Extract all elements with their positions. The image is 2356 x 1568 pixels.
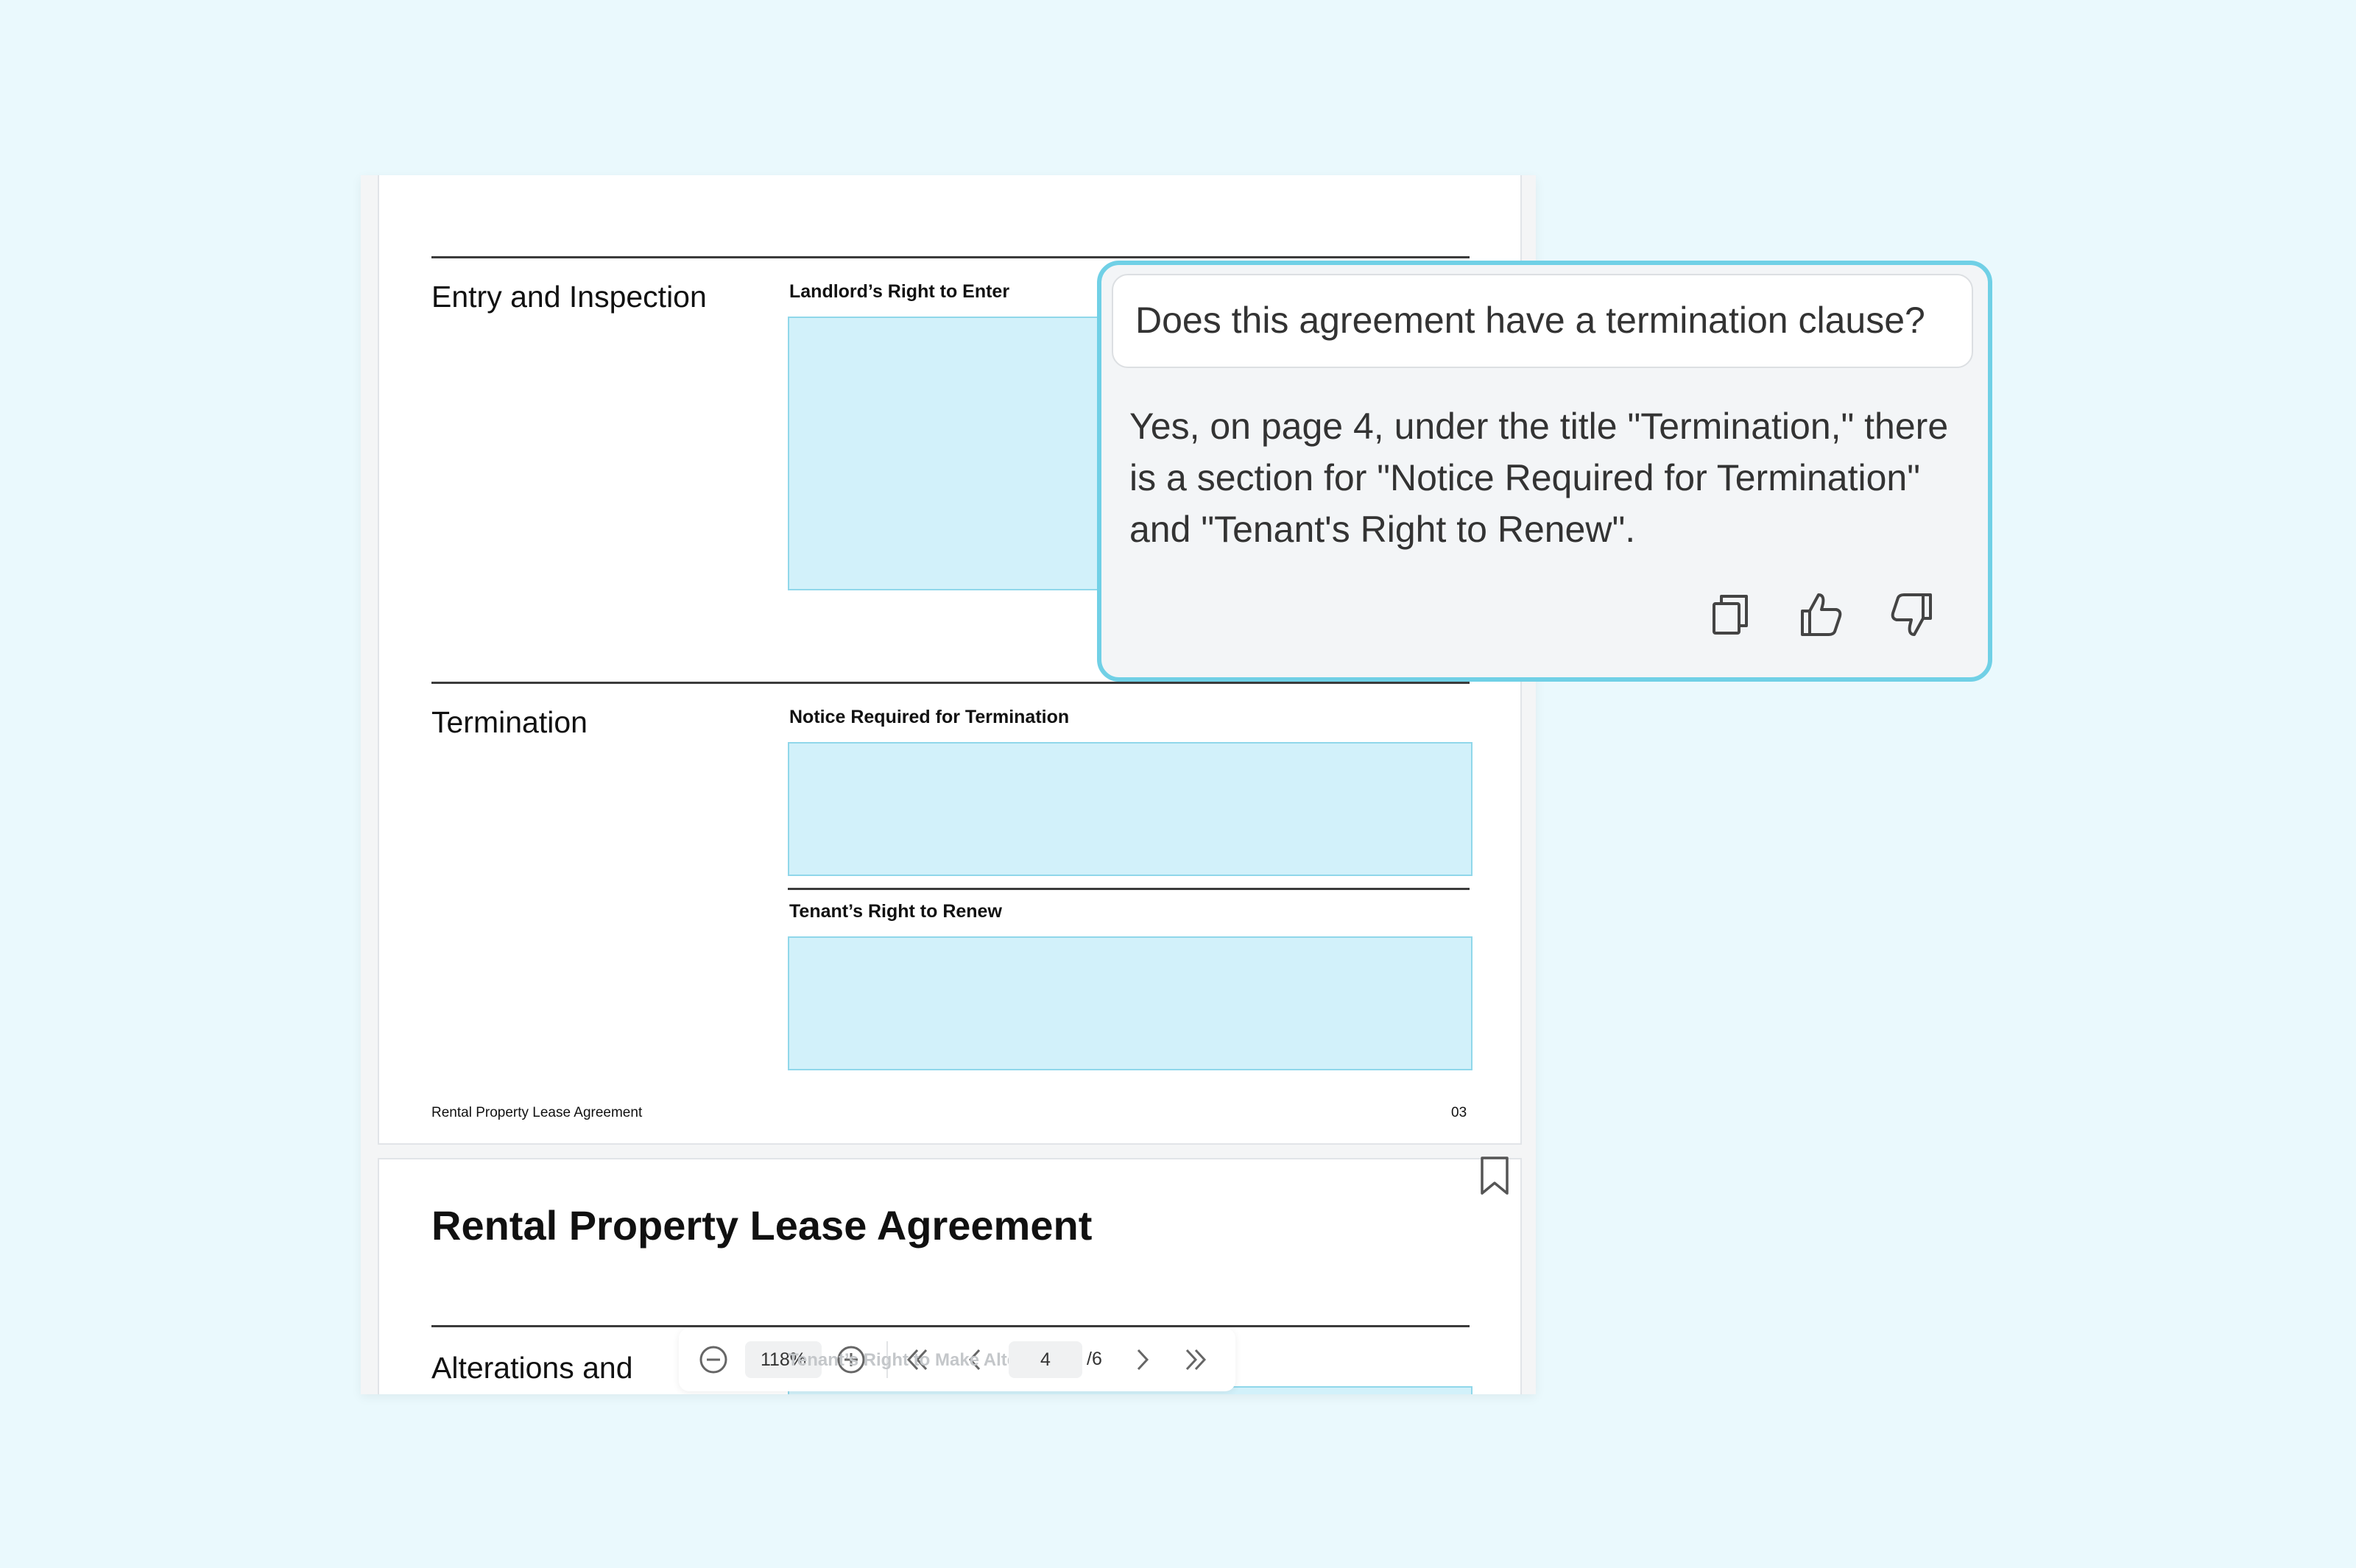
zoom-out-icon[interactable] [696, 1343, 730, 1377]
page-footer-title: Rental Property Lease Agreement [431, 1105, 643, 1120]
chat-popup: Does this agreement have a termination c… [1097, 261, 1992, 682]
thumbs-up-icon[interactable] [1795, 589, 1847, 640]
page-number: 03 [1451, 1105, 1467, 1120]
section-divider [431, 1325, 1470, 1327]
user-question: Does this agreement have a termination c… [1112, 274, 1973, 368]
viewer-toolbar: 118% Tenant’s Right to Make Alterations … [679, 1328, 1235, 1391]
bookmark-icon[interactable] [1479, 1155, 1510, 1196]
tenant-right-to-renew-field[interactable] [788, 936, 1472, 1070]
field-label-tenant-right-to-renew: Tenant’s Right to Renew [789, 901, 1002, 922]
next-page-icon[interactable] [1125, 1343, 1159, 1377]
copy-icon[interactable] [1705, 589, 1757, 640]
section-divider [431, 256, 1470, 258]
field-label-notice-required: Notice Required for Termination [789, 707, 1070, 727]
page-total: /6 [1087, 1349, 1102, 1369]
section-title-entry: Entry and Inspection [431, 280, 707, 314]
page-number-input[interactable]: 4 [1009, 1341, 1082, 1378]
notice-required-field[interactable] [788, 742, 1472, 876]
document-title: Rental Property Lease Agreement [431, 1202, 1093, 1249]
section-title-alterations: Alterations and [431, 1351, 633, 1385]
assistant-answer: Yes, on page 4, under the title "Termina… [1129, 406, 1949, 550]
thumbs-down-icon[interactable] [1886, 589, 1938, 640]
field-divider [788, 888, 1470, 890]
field-label-landlord-right-to-enter: Landlord’s Right to Enter [789, 281, 1010, 302]
section-title-termination: Termination [431, 705, 588, 739]
last-page-icon[interactable] [1179, 1343, 1213, 1377]
section-divider [431, 682, 1470, 684]
